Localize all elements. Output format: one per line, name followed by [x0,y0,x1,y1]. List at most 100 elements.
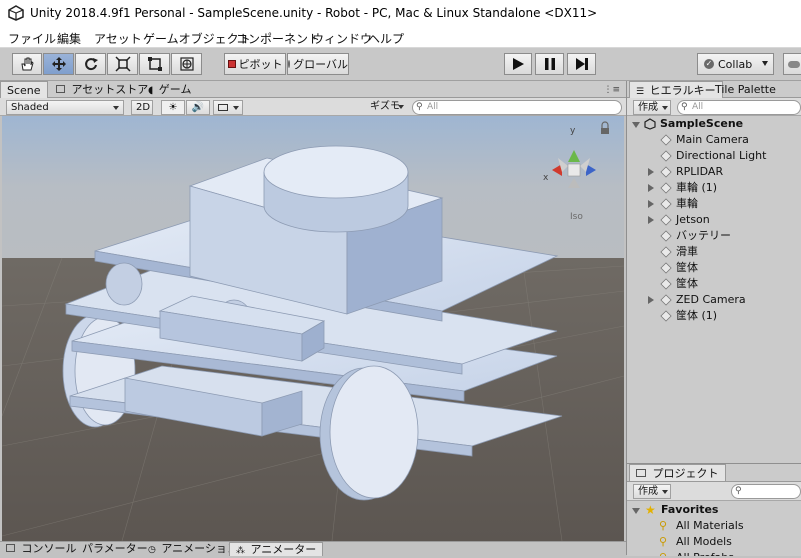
shading-dropdown[interactable]: Shaded [6,100,124,115]
hierarchy-item[interactable]: Jetson [627,212,801,228]
chevron-right-icon[interactable] [648,296,654,304]
collab-label: Collab [718,57,753,71]
transform-tool-icon [179,57,194,71]
chevron-right-icon[interactable] [648,200,654,208]
cloud-button[interactable] [783,53,801,75]
rotate-tool-button[interactable] [75,53,106,75]
panel-menu-icon[interactable]: ⋮≡ [603,85,620,95]
tab-animator[interactable]: ⁂ アニメーター [229,542,324,556]
gizmos-label: ギズモ [370,101,400,112]
tab-tile-palette-label: Tile Palette [715,83,776,96]
hierarchy-search-input[interactable]: ⚲ All [677,100,801,115]
global-toggle[interactable]: グローバル [287,53,349,75]
tab-game[interactable]: ◖ ゲーム [142,81,197,98]
play-button[interactable] [504,53,532,75]
tab-asset-store[interactable]: アセットストア [50,81,154,98]
hierarchy-item[interactable]: 車輪 [627,196,801,212]
menu-gameobject[interactable]: ゲームオブジェクト [143,30,251,47]
menu-help[interactable]: ヘルプ [368,30,404,47]
sun-icon: ☀ [168,102,178,113]
search-filter-icon: ⚲ [659,519,668,532]
tab-project[interactable]: プロジェクト [629,464,726,481]
hand-tool-icon [21,57,34,71]
chevron-down-icon [662,106,668,110]
cloud-icon [788,60,800,68]
lighting-toggle[interactable]: ☀ [161,100,185,115]
project-toolbar: 作成 ⚲ [627,482,801,501]
tab-tile-palette[interactable]: Tile Palette [709,81,782,98]
scene-view[interactable]: y x Iso [2,116,624,541]
audio-toggle[interactable]: 🔊 [186,100,210,115]
hierarchy-item[interactable]: 筐体 [627,260,801,276]
search-icon: ⚲ [735,486,742,496]
pivot-label: ピボット [238,58,283,71]
scene-row[interactable]: SampleScene [627,116,801,132]
hierarchy-item[interactable]: 車輪 (1) [627,180,801,196]
hierarchy-item[interactable]: 筐体 (1) [627,308,801,324]
global-icon [288,60,291,68]
project-create-label: 作成 [638,486,658,497]
pivot-toggle[interactable]: ピボット [224,53,286,75]
bottom-tabbar: コンソール パラメーター ◷ アニメーション ⁂ アニメーター [0,541,626,556]
console-icon [6,544,15,552]
favorites-item-label: All Prefabs [676,550,734,556]
collab-dropdown[interactable]: ✓ Collab [697,53,774,75]
rect-tool-button[interactable] [139,53,170,75]
hierarchy-item-label: 車輪 [676,197,698,210]
favorites-item[interactable]: ⚲ All Models [627,534,801,550]
chevron-right-icon[interactable] [648,216,654,224]
scale-tool-button[interactable] [107,53,138,75]
hierarchy-item[interactable]: Main Camera [627,132,801,148]
gameobject-icon [660,214,672,226]
hierarchy-item[interactable]: Directional Light [627,148,801,164]
hierarchy-item[interactable]: ZED Camera [627,292,801,308]
effects-dropdown[interactable] [213,100,243,115]
hierarchy-tabbar: ☰ ヒエラルキー Tile Palette [627,81,801,98]
chevron-down-icon [632,508,640,514]
mode-2d-label: 2D [136,102,151,113]
step-icon [575,58,588,70]
tab-scene[interactable]: Scene [0,81,48,98]
favorites-item[interactable]: ⚲ All Materials [627,518,801,534]
menu-file[interactable]: ファイル [8,30,56,47]
gizmo-projection-label: Iso [570,212,583,222]
image-icon [218,104,228,111]
scene-render: y x Iso [2,116,624,541]
project-create-dropdown[interactable]: 作成 [633,484,671,499]
transform-tool-button[interactable] [171,53,202,75]
hierarchy-item[interactable]: バッテリー [627,228,801,244]
pivot-icon [227,60,236,68]
tab-console[interactable]: コンソール [0,542,83,556]
chevron-right-icon[interactable] [648,184,654,192]
tab-hierarchy-label: ヒエラルキー [649,84,716,97]
menu-edit[interactable]: 編集 [57,30,81,47]
hierarchy-item[interactable]: 滑車 [627,244,801,260]
hierarchy-item-label: 滑車 [676,245,698,258]
menu-window[interactable]: ウィンドウ [312,30,372,47]
gizmos-dropdown[interactable]: ギズモ [366,100,406,115]
chevron-down-icon [113,106,119,110]
menu-assets[interactable]: アセット [94,30,142,47]
check-icon: ✓ [704,59,714,69]
project-search-input[interactable]: ⚲ [731,484,801,499]
pause-button[interactable] [535,53,564,75]
menu-component[interactable]: コンポーネント [236,30,320,47]
step-button[interactable] [567,53,596,75]
shading-label: Shaded [11,102,49,113]
move-tool-button[interactable] [43,53,74,75]
move-tool-icon [51,57,66,71]
mode-2d-toggle[interactable]: 2D [131,100,153,115]
hierarchy-tree: SampleScene Main Camera Directional Light… [627,116,801,463]
gameobject-icon [660,198,672,210]
favorites-row[interactable]: ★ Favorites [627,502,801,518]
hierarchy-create-dropdown[interactable]: 作成 [633,100,671,115]
hierarchy-item[interactable]: 筐体 [627,276,801,292]
hierarchy-item[interactable]: RPLIDAR [627,164,801,180]
unity-logo-icon [8,5,24,21]
hand-tool-button[interactable] [12,53,42,75]
favorites-item[interactable]: ⚲ All Prefabs [627,550,801,556]
chevron-right-icon[interactable] [648,168,654,176]
scene-search-input[interactable]: ⚲ All [412,100,622,115]
gameobject-icon [660,294,672,306]
clock-icon: ◷ [148,545,156,555]
